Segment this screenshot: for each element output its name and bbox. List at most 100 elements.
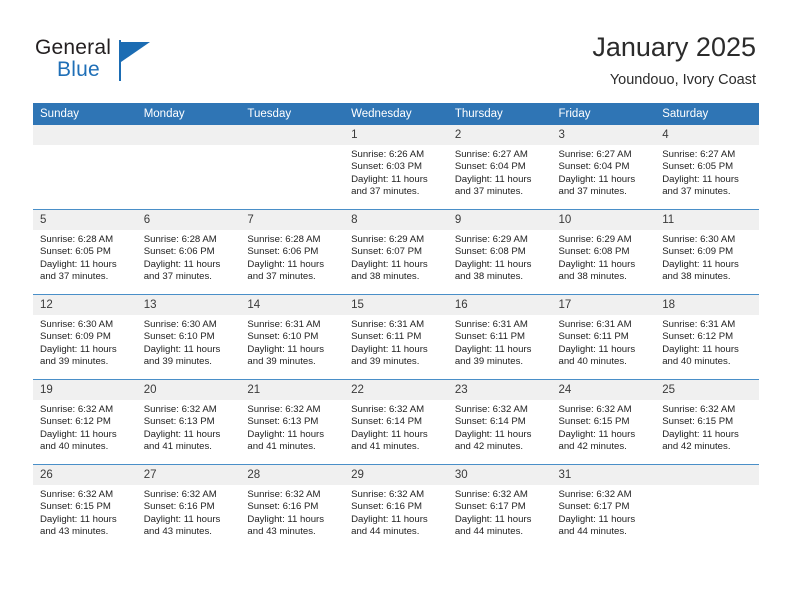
calendar-day-cell[interactable]: 24 Sunrise: 6:32 AM Sunset: 6:15 PM Dayligh…	[551, 379, 656, 465]
calendar-day-cell[interactable]: 21 Sunrise: 6:32 AM Sunset: 6:13 PM Dayligh…	[240, 379, 345, 465]
calendar-day-cell[interactable]: 10 Sunrise: 6:29 AM Sunset: 6:08 PM Dayligh…	[551, 209, 656, 295]
day-number: 15	[344, 295, 448, 315]
sunrise-text: Sunrise: 6:30 AM	[143, 319, 217, 330]
calendar-day-cell[interactable]: 13 Sunrise: 6:30 AM Sunset: 6:10 PM Dayligh…	[136, 294, 241, 380]
day-number: 4	[655, 125, 759, 145]
calendar-day-cell[interactable]: 27 Sunrise: 6:32 AM Sunset: 6:16 PM Dayligh…	[136, 464, 241, 549]
calendar-day-cell[interactable]: 29 Sunrise: 6:32 AM Sunset: 6:16 PM Dayligh…	[344, 464, 448, 549]
day-number: 5	[33, 210, 137, 230]
day-number: 23	[447, 380, 552, 400]
calendar-day-cell[interactable]: 20 Sunrise: 6:32 AM Sunset: 6:13 PM Dayligh…	[136, 379, 241, 465]
sunset-text: Sunset: 6:12 PM	[40, 416, 111, 428]
sunrise-text: Sunrise: 6:27 AM	[558, 149, 632, 160]
day-details: Sunrise: 6:30 AM Sunset: 6:09 PM Daylight:…	[33, 315, 137, 368]
day-details: Sunrise: 6:27 AM Sunset: 6:04 PM Daylight:…	[448, 145, 552, 198]
sunset-text: Sunset: 6:08 PM	[454, 246, 526, 258]
calendar-day-cell[interactable]: 16 Sunrise: 6:31 AM Sunset: 6:11 PM Dayligh…	[447, 294, 552, 380]
calendar-day-cell[interactable]: 30 Sunrise: 6:32 AM Sunset: 6:17 PM Dayligh…	[447, 464, 552, 549]
sunset-text: Sunset: 6:15 PM	[40, 501, 111, 513]
daylight-text: Daylight: 11 hours	[558, 258, 636, 270]
day-details: Sunrise: 6:28 AM Sunset: 6:06 PM Daylight:…	[137, 230, 241, 283]
calendar-day-cell[interactable]: 26 Sunrise: 6:32 AM Sunset: 6:15 PM Dayligh…	[33, 464, 137, 549]
calendar-day-cell[interactable]: 17 Sunrise: 6:31 AM Sunset: 6:11 PM Dayligh…	[551, 294, 656, 380]
sunset-text: Sunset: 6:05 PM	[662, 161, 734, 173]
daylight-text: Daylight: 11 hours	[454, 258, 532, 270]
sunset-text: Sunset: 6:14 PM	[351, 416, 423, 428]
sunset-text: Sunset: 6:06 PM	[143, 246, 215, 258]
page-subtitle: Youndouo, Ivory Coast	[609, 72, 756, 88]
general-blue-logo[interactable]: General Blue	[35, 36, 235, 90]
calendar-day-cell[interactable]: 22 Sunrise: 6:32 AM Sunset: 6:14 PM Dayligh…	[344, 379, 448, 465]
day-details: Sunrise: 6:29 AM Sunset: 6:08 PM Daylight:…	[448, 230, 552, 283]
calendar-day-cell[interactable]: 12 Sunrise: 6:30 AM Sunset: 6:09 PM Dayligh…	[33, 294, 137, 380]
daylight-text: Daylight: 11 hours	[143, 343, 221, 355]
sunrise-text: Sunrise: 6:31 AM	[351, 319, 425, 330]
day-details: Sunrise: 6:28 AM Sunset: 6:05 PM Daylight:…	[33, 230, 137, 283]
daylight-text: Daylight: 11 hours	[247, 513, 325, 525]
calendar-day-cell-empty	[136, 125, 241, 210]
daylight-text: Daylight: 11 hours	[662, 258, 739, 270]
sunrise-text: Sunrise: 6:32 AM	[40, 489, 114, 500]
day-details: Sunrise: 6:32 AM Sunset: 6:12 PM Daylight:…	[33, 400, 137, 453]
sunrise-text: Sunrise: 6:30 AM	[40, 319, 114, 330]
daylight-text: Daylight: 11 hours	[143, 513, 221, 525]
calendar-day-cell[interactable]: 6 Sunrise: 6:28 AM Sunset: 6:06 PM Daylight…	[136, 209, 241, 295]
daylight-text: and 37 minutes.	[40, 270, 109, 282]
sunrise-text: Sunrise: 6:32 AM	[558, 404, 632, 415]
calendar-day-cell[interactable]: 19 Sunrise: 6:32 AM Sunset: 6:12 PM Dayligh…	[33, 379, 137, 465]
calendar-day-cell[interactable]: 15 Sunrise: 6:31 AM Sunset: 6:11 PM Dayligh…	[344, 294, 448, 380]
daylight-text: Daylight: 11 hours	[558, 513, 636, 525]
day-number: 16	[447, 295, 552, 315]
daylight-text: and 37 minutes.	[143, 270, 212, 282]
day-number: 25	[655, 380, 759, 400]
daylight-text: and 37 minutes.	[351, 185, 420, 197]
daylight-text: and 39 minutes.	[351, 355, 420, 367]
calendar-day-cell[interactable]: 2 Sunrise: 6:27 AM Sunset: 6:04 PM Daylight…	[447, 125, 552, 210]
sunset-text: Sunset: 6:17 PM	[454, 501, 526, 513]
weekday-header-thursday: Thursday	[447, 103, 552, 125]
daylight-text: and 44 minutes.	[558, 525, 627, 537]
calendar-day-cell[interactable]: 1 Sunrise: 6:26 AM Sunset: 6:03 PM Daylight…	[344, 125, 448, 210]
daylight-text: and 39 minutes.	[143, 355, 212, 367]
sunrise-text: Sunrise: 6:32 AM	[454, 404, 528, 415]
daylight-text: Daylight: 11 hours	[351, 513, 428, 525]
calendar-day-cell[interactable]: 3 Sunrise: 6:27 AM Sunset: 6:04 PM Daylight…	[551, 125, 656, 210]
sunrise-text: Sunrise: 6:29 AM	[454, 234, 528, 245]
daylight-text: Daylight: 11 hours	[40, 343, 117, 355]
day-details: Sunrise: 6:30 AM Sunset: 6:09 PM Daylight:…	[655, 230, 759, 283]
calendar-day-cell[interactable]: 18 Sunrise: 6:31 AM Sunset: 6:12 PM Dayligh…	[655, 294, 759, 380]
calendar-day-cell[interactable]: 25 Sunrise: 6:32 AM Sunset: 6:15 PM Dayligh…	[655, 379, 759, 465]
daylight-text: and 41 minutes.	[143, 440, 212, 452]
calendar-day-cell[interactable]: 14 Sunrise: 6:31 AM Sunset: 6:10 PM Dayligh…	[240, 294, 345, 380]
calendar-day-cell[interactable]: 9 Sunrise: 6:29 AM Sunset: 6:08 PM Daylight…	[447, 209, 552, 295]
day-number: 12	[33, 295, 137, 315]
calendar-day-cell[interactable]: 5 Sunrise: 6:28 AM Sunset: 6:05 PM Daylight…	[33, 209, 137, 295]
title-block: January 2025 Youndouo, Ivory Coast	[592, 30, 756, 90]
calendar-day-cell[interactable]: 8 Sunrise: 6:29 AM Sunset: 6:07 PM Daylight…	[344, 209, 448, 295]
sunset-text: Sunset: 6:16 PM	[351, 501, 423, 513]
daylight-text: Daylight: 11 hours	[662, 343, 739, 355]
day-number: 21	[240, 380, 345, 400]
sunset-text: Sunset: 6:05 PM	[40, 246, 111, 258]
day-details: Sunrise: 6:32 AM Sunset: 6:13 PM Daylight:…	[240, 400, 344, 453]
calendar-day-cell[interactable]: 4 Sunrise: 6:27 AM Sunset: 6:05 PM Daylight…	[655, 125, 759, 210]
weekday-header-wednesday: Wednesday	[344, 103, 448, 125]
day-details: Sunrise: 6:32 AM Sunset: 6:14 PM Daylight:…	[344, 400, 448, 453]
weekday-header-saturday: Saturday	[655, 103, 759, 125]
sunrise-text: Sunrise: 6:30 AM	[662, 234, 736, 245]
sunset-text: Sunset: 6:09 PM	[40, 331, 111, 343]
daylight-text: and 40 minutes.	[558, 355, 627, 367]
weekday-header-friday: Friday	[551, 103, 656, 125]
calendar-day-cell[interactable]: 28 Sunrise: 6:32 AM Sunset: 6:16 PM Dayligh…	[240, 464, 345, 549]
calendar-day-cell[interactable]: 23 Sunrise: 6:32 AM Sunset: 6:14 PM Dayligh…	[447, 379, 552, 465]
calendar-day-cell[interactable]: 31 Sunrise: 6:32 AM Sunset: 6:17 PM Dayligh…	[551, 464, 656, 549]
calendar-day-cell[interactable]: 11 Sunrise: 6:30 AM Sunset: 6:09 PM Dayligh…	[655, 209, 759, 295]
sunset-text: Sunset: 6:15 PM	[558, 416, 630, 428]
day-number: 8	[344, 210, 448, 230]
calendar-day-cell[interactable]: 7 Sunrise: 6:28 AM Sunset: 6:06 PM Daylight…	[240, 209, 345, 295]
day-number: 20	[136, 380, 241, 400]
sunrise-text: Sunrise: 6:26 AM	[351, 149, 425, 160]
daylight-text: Daylight: 11 hours	[351, 173, 428, 185]
day-number: 19	[33, 380, 137, 400]
day-details: Sunrise: 6:29 AM Sunset: 6:07 PM Daylight:…	[344, 230, 448, 283]
